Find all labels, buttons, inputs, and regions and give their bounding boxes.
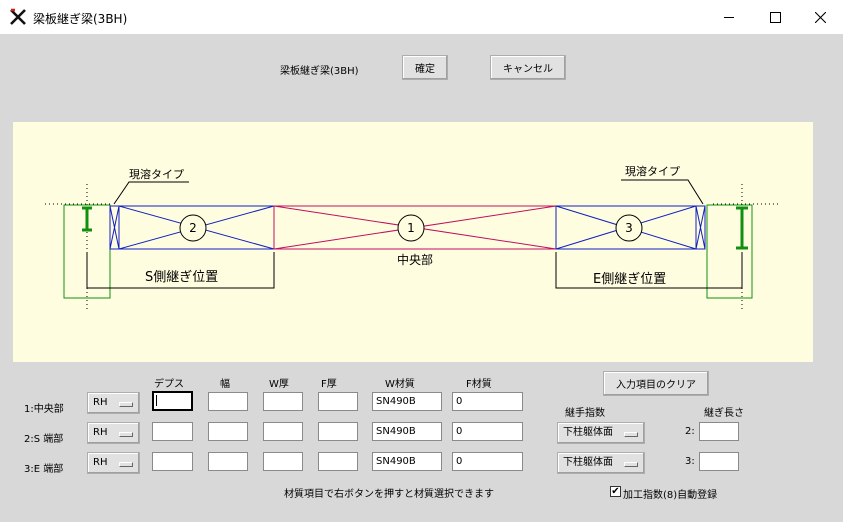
section-type-select-s-end[interactable]: RH (87, 422, 140, 444)
left-weld-leader (113, 181, 189, 205)
section-type-value: RH (93, 427, 108, 438)
center-label: 中央部 (397, 252, 433, 267)
w-material-input-e-end[interactable]: SN490B (372, 452, 442, 471)
depth-input-center[interactable] (152, 391, 193, 411)
segment-number-3: 3 (625, 221, 633, 235)
joint-length-label: 継ぎ長さ (704, 408, 744, 419)
close-window-button[interactable] (797, 0, 843, 34)
right-weld-label: 現溶タイプ (625, 164, 680, 178)
col-header-f-material: F材質 (466, 379, 492, 390)
joint-length-input-e-end[interactable] (699, 452, 739, 471)
segment-number-2: 2 (189, 221, 197, 235)
section-type-select-center[interactable]: RH (87, 392, 140, 414)
width-input-s-end[interactable] (208, 422, 248, 441)
col-header-depth: デプス (154, 379, 184, 390)
joint-length-row3-label: 3: (685, 456, 695, 467)
dropdown-icon (624, 432, 638, 437)
center-segment (273, 205, 557, 250)
col-header-f-thick: F厚 (321, 379, 337, 390)
dialog-heading: 梁板継ぎ梁(3BH) (280, 66, 359, 77)
row-label-s-end: 2:S 端部 (24, 434, 64, 445)
f-thick-input-e-end[interactable] (318, 452, 358, 471)
w-material-input-s-end[interactable]: SN490B (372, 422, 442, 441)
beam-diagram-svg: 現溶タイプ 現溶タイプ 2 1 3 中央部 S側継ぎ位置 E側継ぎ位置 (45, 164, 778, 312)
width-input-center[interactable] (208, 392, 248, 411)
joint-index-select-e-end[interactable]: 下柱躯体面 (557, 452, 645, 474)
close-icon (814, 11, 826, 23)
w-material-input-center[interactable]: SN490B (372, 392, 442, 411)
col-header-w-material: W材質 (385, 379, 415, 390)
width-input-e-end[interactable] (208, 452, 248, 471)
clear-inputs-button[interactable]: 入力項目のクリア (603, 371, 709, 396)
material-hint-text: 材質項目で右ボタンを押すと材質選択できます (284, 489, 494, 500)
auto-register-checkbox[interactable]: ✔ (610, 486, 621, 497)
confirm-button[interactable]: 確定 (402, 55, 448, 80)
joint-index-value: 下柱躯体面 (563, 457, 613, 468)
w-thick-input-e-end[interactable] (263, 452, 303, 471)
f-thick-input-center[interactable] (318, 392, 358, 411)
right-column (706, 184, 778, 312)
joint-index-label: 継手指数 (565, 408, 605, 419)
app-logo-icon (10, 8, 26, 25)
beam-diagram: 現溶タイプ 現溶タイプ 2 1 3 中央部 S側継ぎ位置 E側継ぎ位置 (13, 122, 813, 362)
title-bar: 梁板継ぎ梁(3BH) (0, 0, 843, 34)
minimize-button[interactable] (706, 0, 752, 34)
joint-index-select-s-end[interactable]: 下柱躯体面 (557, 422, 645, 444)
f-material-input-e-end[interactable]: 0 (452, 452, 523, 471)
depth-input-s-end[interactable] (152, 422, 193, 441)
joint-index-value: 下柱躯体面 (563, 427, 613, 438)
right-weld-leader (621, 179, 704, 205)
e-splice-label: E側継ぎ位置 (593, 272, 666, 287)
left-weld-plate (109, 205, 120, 250)
dropdown-icon (119, 462, 133, 467)
dropdown-icon (119, 402, 133, 407)
minimize-icon (724, 16, 734, 18)
auto-register-label[interactable]: 加工指数(8)自動登録 (623, 486, 717, 501)
f-material-input-s-end[interactable]: 0 (452, 422, 523, 441)
s-splice-label: S側継ぎ位置 (145, 270, 218, 285)
joint-length-row2-label: 2: (685, 426, 695, 437)
maximize-button[interactable] (752, 0, 798, 34)
window-title: 梁板継ぎ梁(3BH) (33, 12, 128, 26)
depth-input-e-end[interactable] (152, 452, 193, 471)
f-thick-input-s-end[interactable] (318, 422, 358, 441)
dropdown-icon (119, 432, 133, 437)
dropdown-icon (624, 462, 638, 467)
joint-length-input-s-end[interactable] (699, 422, 739, 441)
left-weld-label: 現溶タイプ (129, 167, 184, 181)
section-type-value: RH (93, 397, 108, 408)
section-type-select-e-end[interactable]: RH (87, 452, 140, 474)
section-type-value: RH (93, 457, 108, 468)
col-header-width: 幅 (220, 379, 230, 390)
left-column (45, 184, 113, 312)
right-weld-plate (695, 205, 706, 250)
cancel-button[interactable]: キャンセル (490, 55, 566, 80)
w-thick-input-center[interactable] (263, 392, 303, 411)
row-label-e-end: 3:E 端部 (24, 464, 64, 475)
checkmark-icon: ✔ (611, 486, 620, 497)
f-material-input-center[interactable]: 0 (452, 392, 523, 411)
w-thick-input-s-end[interactable] (263, 422, 303, 441)
text-caret (156, 395, 157, 406)
col-header-w-thick: W厚 (269, 379, 289, 390)
row-label-center: 1:中央部 (24, 404, 64, 415)
segment-number-1: 1 (407, 221, 415, 235)
maximize-icon (769, 11, 781, 23)
